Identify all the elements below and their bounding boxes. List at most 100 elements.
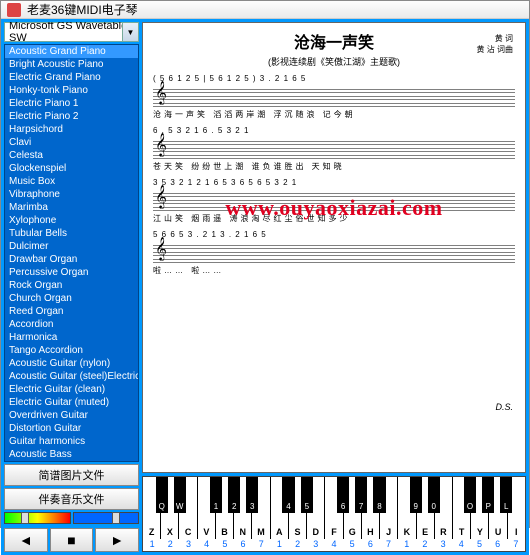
app-window: 老麦36键MIDI电子琴 Microsoft GS Wavetable SW ▼… <box>0 0 530 528</box>
black-key[interactable]: P <box>482 477 494 513</box>
instrument-listbox[interactable]: Acoustic Grand PianoBright Acoustic Pian… <box>4 44 139 462</box>
octave-label: 5 <box>216 539 234 551</box>
black-key[interactable]: 1 <box>210 477 222 513</box>
staff-line <box>153 242 515 264</box>
octave-label: 7 <box>507 539 525 551</box>
instrument-item[interactable]: Honky-tonk Piano <box>5 84 138 97</box>
black-key[interactable]: 6 <box>337 477 349 513</box>
octave-label: 5 <box>343 539 361 551</box>
next-button[interactable]: ► <box>95 528 139 552</box>
octave-label: 6 <box>489 539 507 551</box>
octave-label: 6 <box>361 539 379 551</box>
octave-label: 4 <box>452 539 470 551</box>
octave-label: 2 <box>289 539 307 551</box>
notation-line: 6 . 5 3 2 1 6 . 5 3 2 1 <box>153 126 515 135</box>
instrument-item[interactable]: Drawbar Organ <box>5 253 138 266</box>
black-key[interactable]: 9 <box>410 477 422 513</box>
octave-label: 2 <box>416 539 434 551</box>
instrument-item[interactable]: Tubular Bells <box>5 227 138 240</box>
black-key[interactable]: 5 <box>301 477 313 513</box>
titlebar[interactable]: 老麦36键MIDI电子琴 <box>1 1 529 19</box>
black-key[interactable]: L <box>500 477 512 513</box>
window-title: 老麦36键MIDI电子琴 <box>27 1 138 18</box>
instrument-item[interactable]: Acoustic Guitar (nylon) <box>5 357 138 370</box>
main-panel: 沧海一声笑 (影视连续剧《笑傲江湖》主题歌) 黄 词 黄 沾 词曲 ( 5 6 … <box>142 22 526 552</box>
instrument-item[interactable]: Harmonica <box>5 331 138 344</box>
black-key[interactable]: O <box>464 477 476 513</box>
instrument-item[interactable]: Clavi <box>5 136 138 149</box>
instrument-item[interactable]: Glockenspiel <box>5 162 138 175</box>
instrument-item[interactable]: Distortion Guitar <box>5 422 138 435</box>
staff-line <box>153 138 515 160</box>
instrument-item[interactable]: Electric Guitar (muted) <box>5 396 138 409</box>
score-view[interactable]: 沧海一声笑 (影视连续剧《笑傲江湖》主题歌) 黄 词 黄 沾 词曲 ( 5 6 … <box>142 22 526 473</box>
score-credit: 黄 词 黄 沾 词曲 <box>477 33 513 55</box>
black-key[interactable]: W <box>174 477 186 513</box>
black-key[interactable]: 2 <box>228 477 240 513</box>
staff-line <box>153 190 515 212</box>
black-key[interactable]: Q <box>156 477 168 513</box>
score-subtitle: (影视连续剧《笑傲江湖》主题歌) <box>153 55 515 68</box>
octave-label: 3 <box>307 539 325 551</box>
piano-keyboard: ZXCVBNMASDFGHJKERTYUI QW1234567890OPL 12… <box>142 476 526 552</box>
instrument-item[interactable]: Overdriven Guitar <box>5 409 138 422</box>
instrument-item[interactable]: Percussive Organ <box>5 266 138 279</box>
instrument-item[interactable]: Celesta <box>5 149 138 162</box>
tempo-slider[interactable] <box>4 512 71 524</box>
prev-button[interactable]: ◄ <box>4 528 48 552</box>
black-key[interactable]: 0 <box>428 477 440 513</box>
combo-value: Microsoft GS Wavetable SW <box>9 22 134 44</box>
volume-slider[interactable] <box>73 512 140 524</box>
lyric-line: 江山笑 烟雨遥 涛浪淘尽红尘俗世知多少 <box>153 213 515 224</box>
instrument-item[interactable]: Marimba <box>5 201 138 214</box>
octave-label: 1 <box>270 539 288 551</box>
instrument-item[interactable]: Dulcimer <box>5 240 138 253</box>
instrument-item[interactable]: Acoustic Bass <box>5 448 138 461</box>
notation-line: ( 5 6 1 2 5 | 5 6 1 2 5 ) 3 . 2 1 6 5 <box>153 74 515 83</box>
black-key[interactable]: 7 <box>355 477 367 513</box>
black-key[interactable]: 8 <box>373 477 385 513</box>
slider-row <box>4 512 139 526</box>
instrument-item[interactable]: Acoustic Grand Piano <box>5 45 138 58</box>
sidebar: Microsoft GS Wavetable SW ▼ Acoustic Gra… <box>4 22 139 552</box>
instrument-item[interactable]: Electric Piano 1 <box>5 97 138 110</box>
content-area: Microsoft GS Wavetable SW ▼ Acoustic Gra… <box>1 19 529 555</box>
instrument-item[interactable]: Reed Organ <box>5 305 138 318</box>
transport-controls: ◄ ■ ► <box>4 528 139 552</box>
load-accomp-button[interactable]: 伴奏音乐文件 <box>4 488 139 510</box>
instrument-item[interactable]: Music Box <box>5 175 138 188</box>
octave-labels: 123456712345671234567 <box>143 539 525 551</box>
instrument-item[interactable]: Acoustic Guitar (steel)Electric <box>5 370 138 383</box>
notation-line: 5 6 6 5 3 . 2 1 3 . 2 1 6 5 <box>153 230 515 239</box>
instrument-item[interactable]: Electric Grand Piano <box>5 71 138 84</box>
top-row: Microsoft GS Wavetable SW ▼ Acoustic Gra… <box>4 22 526 552</box>
instrument-item[interactable]: Guitar harmonics <box>5 435 138 448</box>
chevron-down-icon[interactable]: ▼ <box>122 23 138 41</box>
stop-button[interactable]: ■ <box>50 528 94 552</box>
instrument-item[interactable]: Bright Acoustic Piano <box>5 58 138 71</box>
instrument-item[interactable]: Vibraphone <box>5 188 138 201</box>
octave-label: 2 <box>161 539 179 551</box>
octave-label: 4 <box>198 539 216 551</box>
notation-line: 3 5 3 2 1 2 1 6 5 3 6 5 6 5 3 2 1 <box>153 178 515 187</box>
instrument-item[interactable]: Accordion <box>5 318 138 331</box>
lyric-line: 沧海一声笑 滔滔两岸潮 浮沉随浪 记今朝 <box>153 109 515 120</box>
black-key[interactable]: 3 <box>246 477 258 513</box>
score-title: 沧海一声笑 <box>153 29 515 53</box>
instrument-item[interactable]: Tango Accordion <box>5 344 138 357</box>
octave-label: 3 <box>434 539 452 551</box>
octave-label: 1 <box>143 539 161 551</box>
lyric-line: 苍天笑 纷纷世上潮 谁负谁胜出 天知晓 <box>153 161 515 172</box>
ds-marker: D.S. <box>495 402 513 412</box>
black-key[interactable]: 4 <box>282 477 294 513</box>
instrument-item[interactable]: Church Organ <box>5 292 138 305</box>
instrument-item[interactable]: Electric Guitar (clean) <box>5 383 138 396</box>
instrument-item[interactable]: Harpsichord <box>5 123 138 136</box>
octave-label: 4 <box>325 539 343 551</box>
load-score-button[interactable]: 简谱图片文件 <box>4 464 139 486</box>
instrument-item[interactable]: Electric Piano 2 <box>5 110 138 123</box>
instrument-item[interactable]: Rock Organ <box>5 279 138 292</box>
octave-label: 7 <box>379 539 397 551</box>
midi-device-combo[interactable]: Microsoft GS Wavetable SW ▼ <box>4 22 139 42</box>
instrument-item[interactable]: Xylophone <box>5 214 138 227</box>
